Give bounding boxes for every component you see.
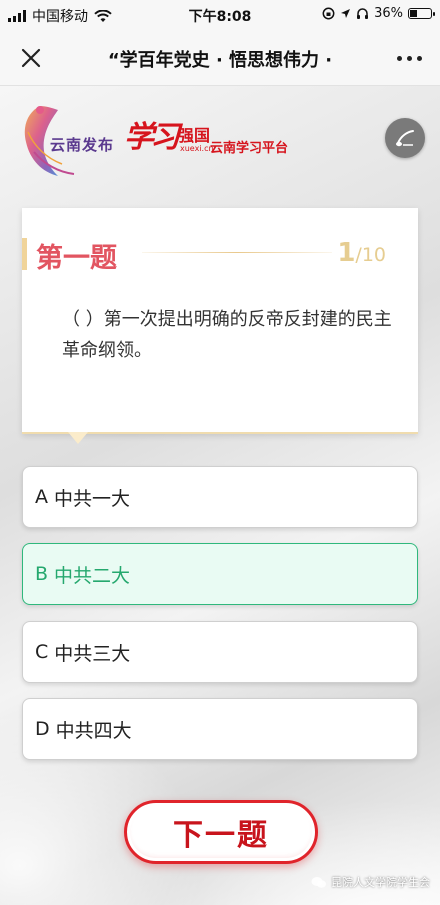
question-current: 1: [337, 238, 356, 268]
question-card: 第一题 1/10 （ ）第一次提出明确的反帝反封建的民主革命纲领。: [22, 208, 418, 434]
battery-percent: 36%: [374, 6, 403, 21]
xuexi-logo-script: 学习: [124, 120, 180, 155]
option-letter: C: [35, 641, 49, 663]
page-title: “学百年党史 · 悟思想伟力 ·: [107, 50, 333, 71]
option-label: 中共三大: [54, 642, 131, 665]
question-text: （ ）第一次提出明确的反帝反封建的民主革命纲领。: [62, 309, 392, 361]
question-number-title: 第一题: [36, 243, 117, 274]
option-letter: A: [35, 486, 48, 508]
option-c[interactable]: C 中共三大: [22, 621, 418, 683]
yunnan-logo-text: 云南发布: [50, 136, 115, 154]
more-icon[interactable]: [397, 56, 422, 61]
xuexi-logo-url: xuexi.cn: [180, 144, 214, 153]
option-label: 中共四大: [55, 719, 132, 742]
close-icon[interactable]: [18, 45, 44, 71]
music-note-icon: [396, 130, 414, 147]
watermark: 昆院人文学院学生会: [311, 874, 430, 890]
title-divider: [142, 252, 332, 253]
question-tab-marker: [22, 238, 27, 270]
wechat-icon: [311, 876, 326, 888]
question-counter: 1/10: [337, 238, 386, 268]
question-total: /10: [355, 244, 386, 266]
nav-bar: “学百年党史 · 悟思想伟力 ·: [0, 30, 440, 86]
watermark-text: 昆院人文学院学生会: [331, 876, 430, 889]
card-pointer: [68, 432, 88, 444]
battery-icon: [408, 8, 435, 19]
rotation-lock-icon: [322, 7, 335, 20]
option-b[interactable]: B 中共二大: [22, 543, 418, 605]
option-d[interactable]: D 中共四大: [22, 698, 418, 760]
headphones-icon: [357, 8, 369, 19]
option-label: 中共二大: [54, 564, 131, 587]
option-letter: B: [35, 563, 49, 585]
xuexi-logo-qiangguo: 强国: [178, 126, 211, 145]
option-a[interactable]: A 中共一大: [22, 466, 418, 528]
option-letter: D: [35, 718, 50, 740]
option-label: 中共一大: [54, 487, 131, 510]
location-icon: [341, 9, 351, 18]
xuexi-platform-label: 云南学习平台: [210, 141, 289, 156]
status-bar: 中国移动 下午8:08 36%: [0, 0, 440, 30]
next-question-button[interactable]: 下一题: [124, 800, 318, 864]
audio-toggle-button[interactable]: [385, 118, 425, 158]
